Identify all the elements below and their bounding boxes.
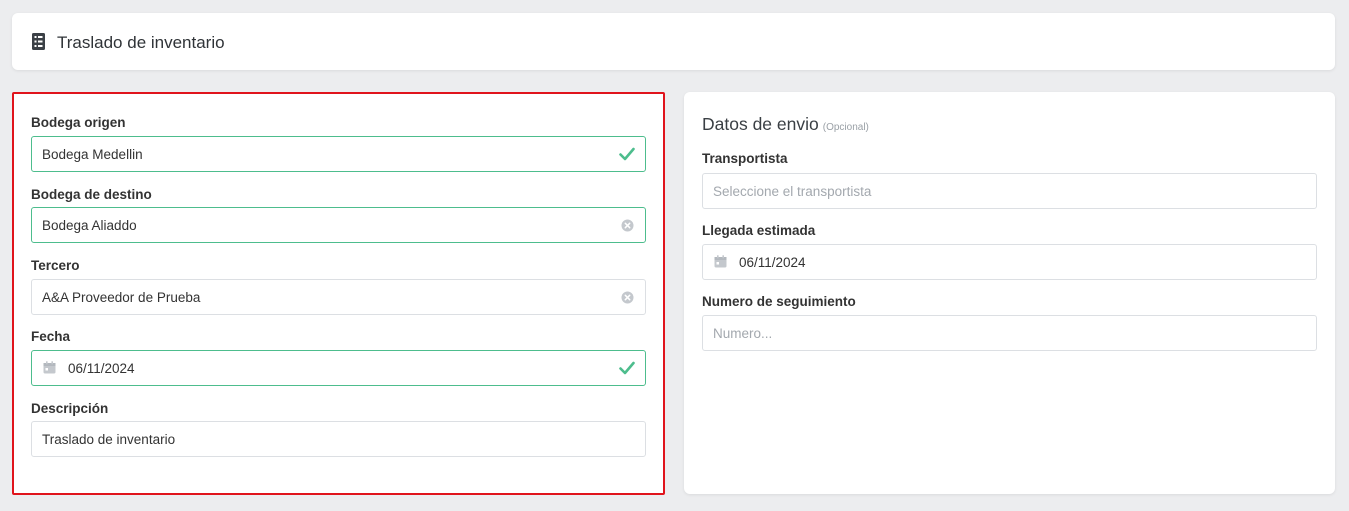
eta-date-picker[interactable]: 06/11/2024 — [702, 244, 1317, 280]
page-title: Traslado de inventario — [57, 33, 225, 52]
origin-label: Bodega origen — [31, 115, 126, 130]
shipping-title: Datos de envio (Opcional) — [702, 114, 869, 138]
clear-icon[interactable] — [621, 219, 634, 232]
tracking-input[interactable]: Numero... — [702, 315, 1317, 351]
carrier-label: Transportista — [702, 151, 788, 166]
carrier-placeholder: Seleccione el transportista — [713, 184, 872, 199]
destination-select[interactable]: Bodega Aliaddo — [31, 207, 646, 243]
description-value: Traslado de inventario — [42, 432, 176, 447]
optional-hint: (Opcional) — [822, 122, 869, 133]
third-party-select[interactable]: A&A Proveedor de Prueba — [31, 279, 646, 315]
third-party-value: A&A Proveedor de Prueba — [42, 290, 201, 305]
carrier-select[interactable]: Seleccione el transportista — [702, 173, 1317, 209]
origin-value: Bodega Medellin — [42, 147, 143, 162]
description-label: Descripción — [31, 401, 109, 416]
shipping-title-text: Datos de envio — [702, 114, 819, 134]
transfer-form: Bodega origen Bodega Medellin Bodega de … — [12, 92, 665, 495]
calendar-icon — [714, 255, 727, 268]
calendar-icon — [43, 361, 56, 374]
check-icon — [619, 147, 635, 161]
description-input[interactable]: Traslado de inventario — [31, 421, 646, 457]
tracking-label: Numero de seguimiento — [702, 294, 856, 309]
origin-select[interactable]: Bodega Medellin — [31, 136, 646, 172]
clear-icon[interactable] — [621, 291, 634, 304]
shipping-card: Datos de envio (Opcional) Transportista S… — [684, 92, 1335, 494]
destination-value: Bodega Aliaddo — [42, 218, 137, 233]
eta-label: Llegada estimada — [702, 223, 816, 238]
destination-label: Bodega de destino — [31, 187, 152, 202]
date-value: 06/11/2024 — [68, 361, 135, 376]
eta-value: 06/11/2024 — [739, 255, 806, 270]
check-icon — [619, 361, 635, 375]
tracking-placeholder: Numero... — [713, 326, 773, 341]
date-label: Fecha — [31, 329, 71, 344]
third-party-label: Tercero — [31, 258, 80, 273]
page-header: Traslado de inventario — [12, 13, 1335, 70]
list-icon — [32, 33, 45, 50]
date-picker[interactable]: 06/11/2024 — [31, 350, 646, 386]
